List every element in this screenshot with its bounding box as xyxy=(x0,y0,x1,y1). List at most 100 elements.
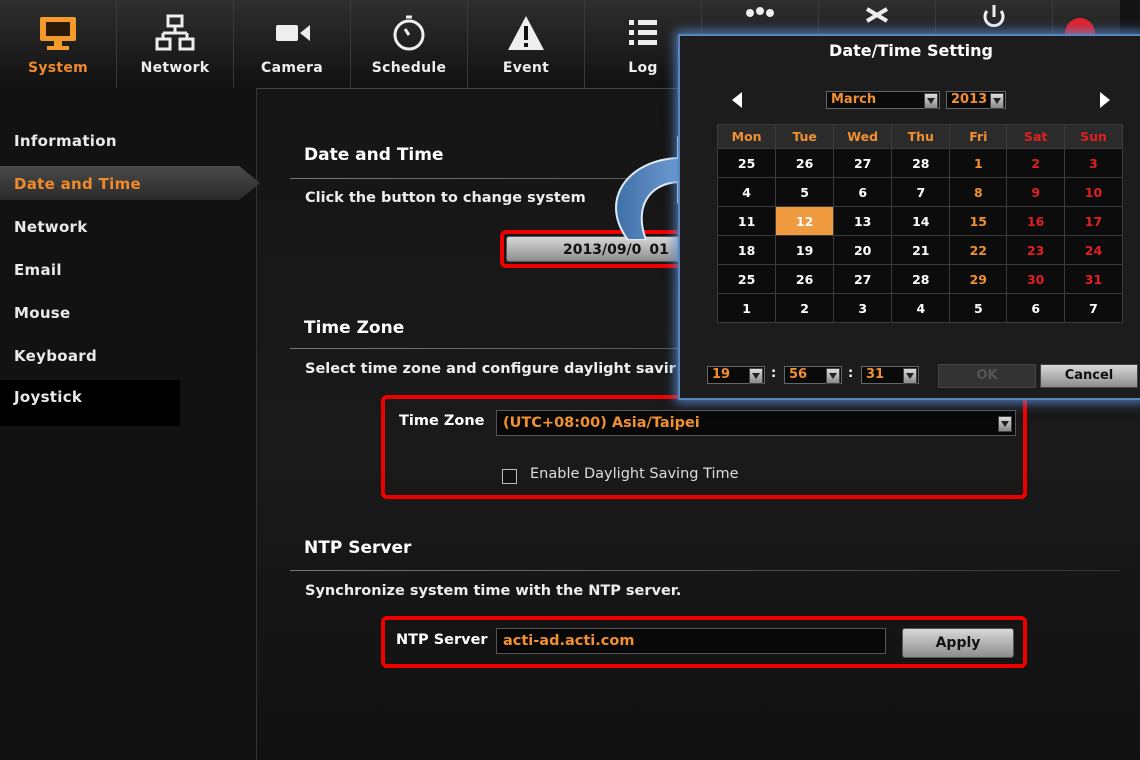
prev-month-button[interactable] xyxy=(732,92,742,108)
sidebar-item-email[interactable]: Email xyxy=(14,261,62,279)
calendar-day[interactable]: 27 xyxy=(832,148,893,178)
calendar-day[interactable]: 5 xyxy=(775,177,834,207)
sidebar-item-keyboard[interactable]: Keyboard xyxy=(14,347,97,365)
toolbar-camera[interactable]: Camera xyxy=(234,0,351,88)
weekday-header: Sat xyxy=(1006,124,1065,149)
calendar-day[interactable]: 2 xyxy=(1006,148,1065,178)
dvr-settings-screen: System Network Camera Schedule Event Log… xyxy=(0,0,1140,760)
chevron-down-icon xyxy=(990,93,1004,109)
toolbar-system[interactable]: System xyxy=(0,0,117,88)
calendar-day[interactable]: 10 xyxy=(1064,177,1123,207)
sidebar-item-date-and-time[interactable]: Date and Time xyxy=(14,175,141,193)
calendar-day[interactable]: 31 xyxy=(1064,264,1123,294)
calendar-day[interactable]: 14 xyxy=(891,206,951,236)
weekday-header: Thu xyxy=(891,124,951,149)
calendar-day[interactable]: 24 xyxy=(1064,235,1123,265)
calendar-day[interactable]: 3 xyxy=(1064,148,1123,178)
calendar-week-row: 11 12 13 14 15 16 17 xyxy=(716,206,1123,236)
calendar-day[interactable]: 7 xyxy=(891,177,951,207)
toolbar-label: Network xyxy=(140,60,210,76)
calendar-day[interactable]: 4 xyxy=(716,177,777,207)
power-icon xyxy=(936,0,1052,30)
toolbar-schedule[interactable]: Schedule xyxy=(351,0,468,88)
weekday-header: Wed xyxy=(832,124,893,149)
camera-icon xyxy=(234,10,350,56)
calendar-day[interactable]: 7 xyxy=(1064,293,1123,323)
calendar-day[interactable]: 20 xyxy=(832,235,893,265)
chevron-down-icon xyxy=(826,368,840,384)
calendar-day[interactable]: 12 xyxy=(775,206,834,236)
sidebar-item-network[interactable]: Network xyxy=(14,218,88,236)
calendar-day[interactable]: 8 xyxy=(949,177,1008,207)
sidebar-item-information[interactable]: Information xyxy=(14,132,117,150)
calendar-day[interactable]: 25 xyxy=(716,148,777,178)
month-value: March xyxy=(831,92,877,107)
calendar-day[interactable]: 28 xyxy=(891,148,951,178)
second-select[interactable]: 31 xyxy=(861,366,919,384)
divider xyxy=(290,570,1120,571)
calendar-day[interactable]: 19 xyxy=(775,235,834,265)
calendar-day[interactable]: 15 xyxy=(949,206,1008,236)
date-time-setting-dialog: Date/Time Setting March 2013 Mon Tue Wed Th… xyxy=(678,34,1140,400)
tools-icon xyxy=(819,0,935,30)
month-select[interactable]: March xyxy=(826,91,940,109)
sidebar-item-mouse[interactable]: Mouse xyxy=(14,304,71,322)
year-select[interactable]: 2013 xyxy=(946,91,1006,109)
chevron-down-icon xyxy=(998,416,1012,432)
toolbar-event[interactable]: Event xyxy=(468,0,585,88)
chevron-down-icon xyxy=(749,368,763,384)
time-separator: : xyxy=(771,366,777,381)
calendar-day[interactable]: 16 xyxy=(1006,206,1065,236)
calendar-day[interactable]: 6 xyxy=(832,177,893,207)
calendar-day[interactable]: 26 xyxy=(775,148,834,178)
calendar-day[interactable]: 1 xyxy=(949,148,1008,178)
calendar-day[interactable]: 29 xyxy=(949,264,1008,294)
calendar-day[interactable]: 4 xyxy=(891,293,951,323)
calendar-day[interactable]: 30 xyxy=(1006,264,1065,294)
calendar-day[interactable]: 25 xyxy=(716,264,777,294)
calendar-grid: Mon Tue Wed Thu Fri Sat Sun 25 26 27 28 1 2 3 4 5 6 7 8 9 1… xyxy=(716,124,1123,323)
calendar-day[interactable]: 9 xyxy=(1006,177,1065,207)
warning-icon xyxy=(468,10,584,56)
calendar-day[interactable]: 3 xyxy=(832,293,893,323)
calendar-day[interactable]: 27 xyxy=(832,264,893,294)
calendar-day[interactable]: 22 xyxy=(949,235,1008,265)
calendar-day[interactable]: 17 xyxy=(1064,206,1123,236)
time-zone-select[interactable]: (UTC+08:00) Asia/Taipei xyxy=(496,410,1016,436)
toolbar-network[interactable]: Network xyxy=(117,0,234,88)
time-zone-description: Select time zone and configure daylight … xyxy=(305,361,676,377)
calendar-day[interactable]: 1 xyxy=(716,293,777,323)
calendar-day[interactable]: 6 xyxy=(1006,293,1065,323)
calendar-day[interactable]: 2 xyxy=(775,293,834,323)
date-time-description: Click the button to change system xyxy=(305,190,586,206)
minute-value: 56 xyxy=(789,367,808,382)
date-time-button-value: 2013/09/0 xyxy=(563,242,642,258)
calendar-day[interactable]: 13 xyxy=(832,206,893,236)
dst-checkbox[interactable] xyxy=(502,469,517,484)
dst-label[interactable]: Enable Daylight Saving Time xyxy=(530,466,739,482)
ok-button[interactable]: OK xyxy=(938,364,1036,388)
calendar-day[interactable]: 11 xyxy=(716,206,777,236)
weekday-header: Mon xyxy=(716,124,777,149)
cancel-button[interactable]: Cancel xyxy=(1040,364,1138,388)
calendar-day[interactable]: 5 xyxy=(949,293,1008,323)
sidebar-item-joystick[interactable]: Joystick xyxy=(14,388,82,406)
minute-select[interactable]: 56 xyxy=(784,366,842,384)
ntp-description: Synchronize system time with the NTP ser… xyxy=(305,583,682,599)
dialog-title: Date/Time Setting xyxy=(829,41,993,60)
calendar-day[interactable]: 18 xyxy=(716,235,777,265)
ntp-heading: NTP Server xyxy=(304,538,412,558)
calendar-day[interactable]: 28 xyxy=(891,264,951,294)
date-time-button-tail: 01 xyxy=(649,242,669,258)
calendar-day[interactable]: 26 xyxy=(775,264,834,294)
toolbar-label: Schedule xyxy=(371,60,447,76)
time-zone-label: Time Zone xyxy=(399,413,485,429)
hour-select[interactable]: 19 xyxy=(707,366,765,384)
calendar-week-row: 4 5 6 7 8 9 10 xyxy=(716,177,1123,207)
calendar-day[interactable]: 23 xyxy=(1006,235,1065,265)
calendar-day[interactable]: 21 xyxy=(891,235,951,265)
apply-button[interactable]: Apply xyxy=(902,628,1014,658)
next-month-button[interactable] xyxy=(1100,92,1110,108)
ntp-server-input[interactable]: acti-ad.acti.com xyxy=(496,628,886,654)
sidebar: Information Date and Time Network Email … xyxy=(0,88,260,760)
